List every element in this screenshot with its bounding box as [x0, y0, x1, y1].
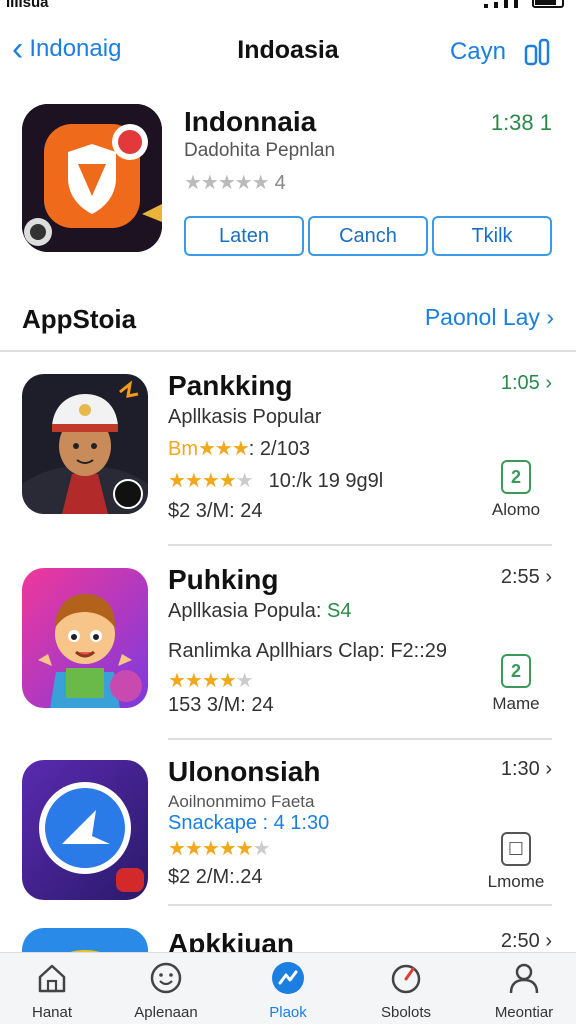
tab-home[interactable]: Hanat: [2, 961, 102, 1021]
app-icon: [22, 374, 148, 514]
app-meta: Ranlimka Apllhiars Clap: F2::29: [168, 640, 448, 662]
row-divider: [168, 738, 552, 740]
nav-bar: ‹ Indonaig Indoasia Cayn: [0, 30, 576, 74]
app-rating: ★★★★★ 10:/k 19 9g9l: [168, 468, 383, 493]
app-meta: Bm★★★: 2/103: [168, 436, 310, 461]
tab-label: Sbolots: [380, 1004, 432, 1021]
tab-play[interactable]: Plaok: [238, 961, 338, 1021]
featured-button-1[interactable]: Laten: [184, 216, 304, 256]
app-meta: Snackape : 4 1:30: [168, 812, 329, 835]
gauge-icon: [391, 964, 421, 994]
download-icon: ☐: [501, 832, 531, 866]
see-all-link[interactable]: Paonol Lay ›: [425, 304, 554, 331]
app-icon: [22, 760, 148, 900]
app-time: 2:50 ›: [500, 930, 552, 952]
tab-label: Plaok: [269, 1004, 307, 1021]
app-subtitle: Aoilnonmimo Faeta: [168, 792, 315, 811]
app-subtitle: Apllkasia Popula: S4: [168, 600, 352, 622]
app-meta-text: : 2/103: [248, 438, 310, 460]
section-title: AppStoia: [22, 304, 137, 334]
list-item[interactable]: Ulononsiah Aoilnonmimo Faeta Snackape : …: [22, 756, 552, 932]
tab-apps[interactable]: Aplenaan: [116, 961, 216, 1021]
carrier-label: IIIIsua: [6, 0, 49, 11]
featured-app: Indonnaia Dadohita Pepnlan ★★★★★ 4 1:38 1…: [22, 104, 554, 256]
rating-stars-icon: ★★★★★: [184, 172, 270, 194]
download-icon: 2: [501, 654, 531, 688]
section-header: AppStoia Paonol Lay ›: [22, 300, 554, 340]
tab-profile[interactable]: Meontiar: [474, 961, 574, 1021]
share-icon[interactable]: [522, 36, 554, 68]
tab-label: Aplenaan: [134, 1004, 198, 1021]
featured-buttons: Laten Canch Tkilk: [184, 216, 552, 256]
app-subtitle-accent: S4: [327, 600, 352, 622]
person-icon: [509, 963, 539, 994]
app-time: 2:55 ›: [500, 566, 552, 588]
battery-icon: [532, 0, 564, 8]
app-icon: [22, 568, 148, 708]
app-name: Ulononsiah: [168, 756, 321, 787]
app-meta-text: Snackape : 4 1:30: [168, 812, 330, 834]
get-button-label: Mame: [492, 694, 540, 713]
status-bar: IIIIsua: [0, 0, 576, 14]
tab-label: Hanat: [31, 1004, 73, 1021]
get-button-label: Alomo: [491, 500, 541, 519]
featured-time: 1:38 1: [490, 110, 552, 135]
app-rating-text: 10:/k 19 9g9l: [268, 470, 384, 492]
download-icon: 2: [501, 460, 531, 494]
bolt-icon: [272, 962, 304, 994]
tab-bar: Hanat Aplenaan Plaok Sbolots Meontiar: [0, 952, 576, 1024]
list-item[interactable]: Puhking Apllkasia Popula: S4 Ranlimka Ap…: [22, 564, 552, 740]
featured-button-2[interactable]: Canch: [308, 216, 428, 256]
app-rating: ★★★★★★: [168, 836, 271, 861]
app-price: $2 2/M:.24: [168, 866, 263, 888]
list-item[interactable]: Pankking Apllkasis Popular Bm★★★: 2/103 …: [22, 370, 552, 546]
get-button[interactable]: ☐ Lmome: [486, 832, 546, 892]
row-divider: [168, 904, 552, 906]
row-divider: [168, 544, 552, 546]
app-name: Puhking: [168, 564, 279, 595]
star-rating-icon: ★★★★★: [168, 470, 254, 492]
star-rating-icon: ★★★: [198, 438, 250, 460]
app-price: 153 3/M: 24: [168, 694, 274, 716]
tab-label: Meontiar: [494, 1004, 554, 1021]
app-time: 1:30 ›: [500, 758, 552, 780]
status-icons: [484, 0, 564, 8]
app-meta-prefix: Bm: [168, 438, 198, 460]
tab-stats[interactable]: Sbolots: [356, 961, 456, 1021]
section-divider: [0, 350, 576, 352]
app-price: $2 3/M: 24: [168, 500, 263, 522]
featured-app-subtitle: Dadohita Pepnlan: [184, 140, 336, 161]
app-rating: ★★★★★: [168, 668, 254, 693]
featured-app-name: Indonnaia: [184, 106, 317, 137]
home-icon: [38, 964, 66, 993]
app-name: Apkkiuan: [168, 928, 295, 952]
app-subtitle: Apllkasis Popular: [168, 406, 322, 428]
list-item[interactable]: Apkkiuan 2:50 ›: [22, 928, 552, 952]
rating-count: 4: [274, 172, 286, 194]
see-all-label: Paonol Lay: [424, 304, 540, 330]
get-button-label: Lmome: [487, 872, 545, 891]
featured-button-3[interactable]: Tkilk: [432, 216, 552, 256]
chevron-right-icon: ›: [546, 304, 554, 330]
star-rating-icon: ★★★★★: [168, 670, 254, 692]
smiley-icon: [150, 962, 182, 994]
featured-rating: ★★★★★ 4: [184, 170, 286, 195]
get-button[interactable]: 2 Mame: [486, 654, 546, 714]
star-rating-icon: ★★★★★★: [168, 838, 271, 860]
nav-right-button[interactable]: Cayn: [450, 38, 506, 66]
app-time: 1:05 ›: [500, 372, 552, 394]
app-name: Pankking: [168, 370, 293, 401]
get-button[interactable]: 2 Alomo: [486, 460, 546, 520]
app-icon: [22, 928, 148, 952]
featured-app-icon[interactable]: [22, 104, 162, 252]
